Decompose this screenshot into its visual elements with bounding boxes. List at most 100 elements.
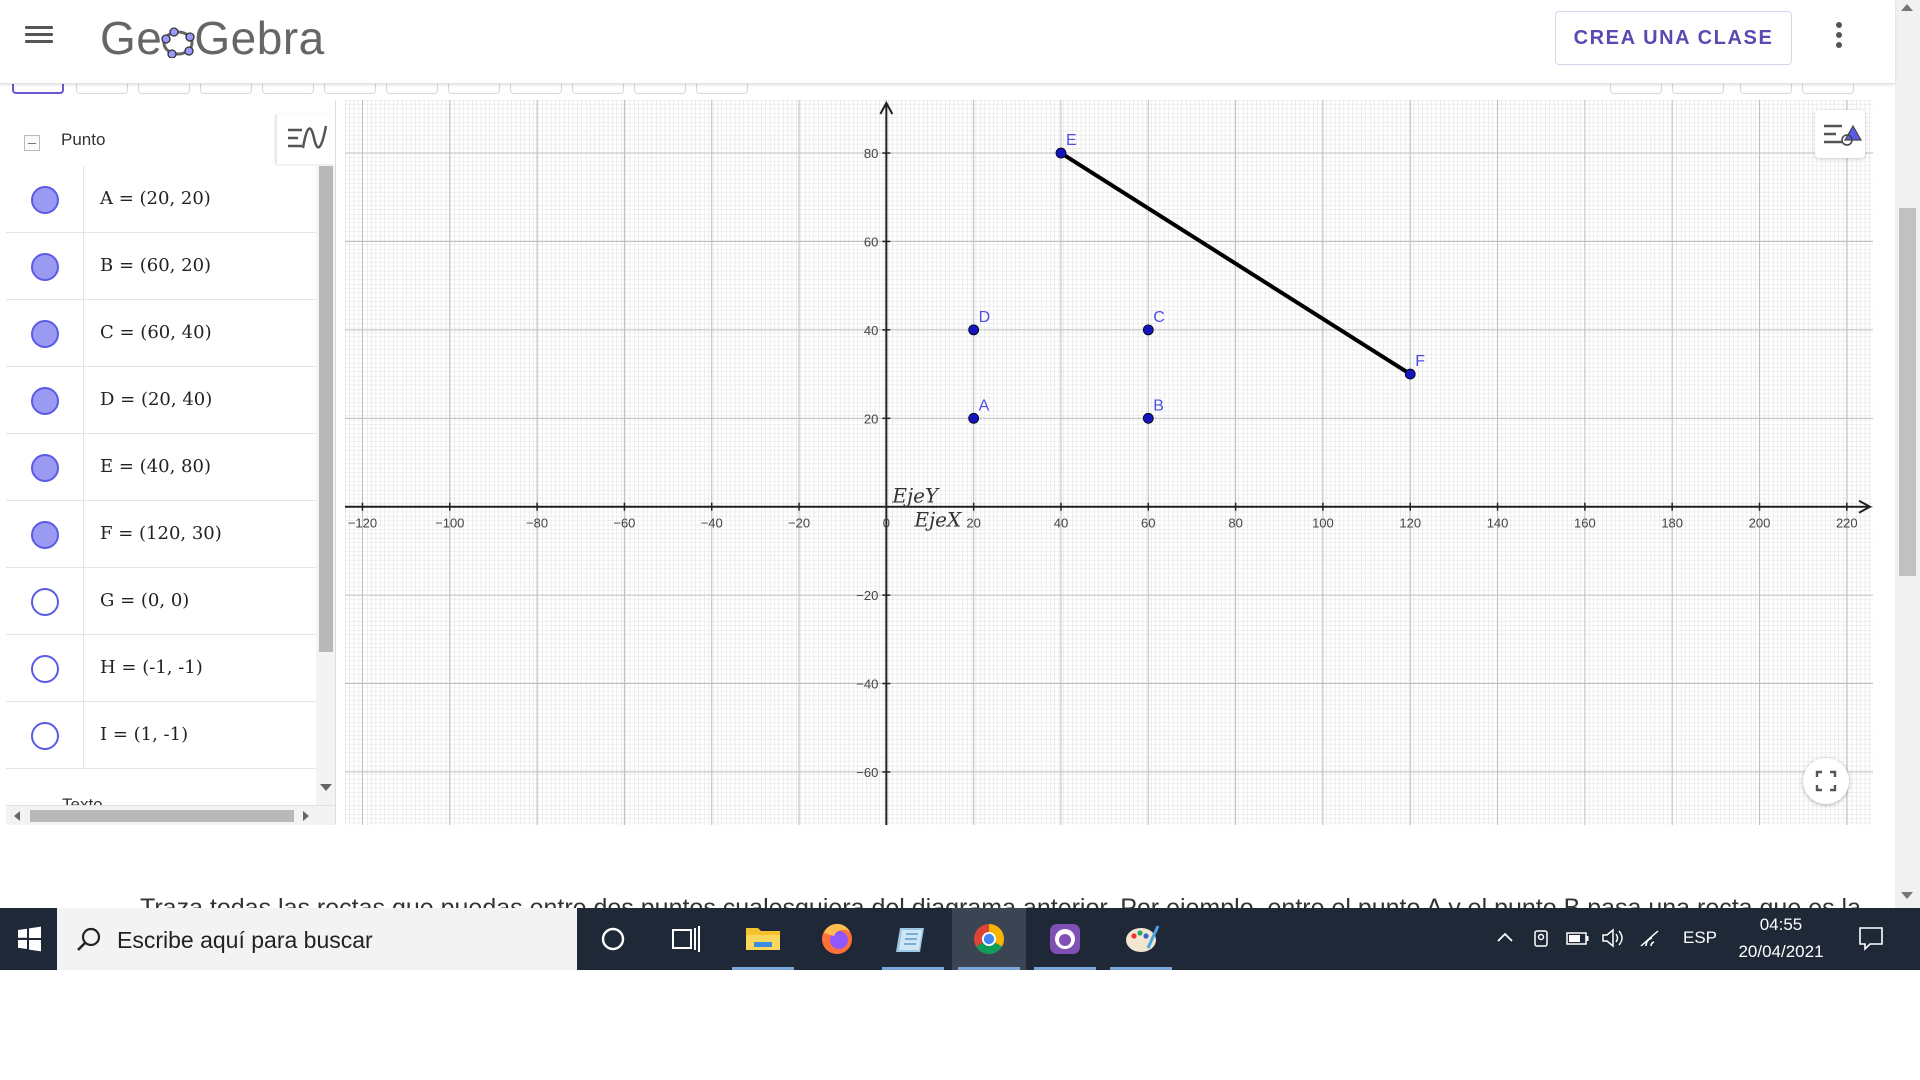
logo-text-suffix: Gebra — [194, 12, 325, 64]
algebra-horizontal-scrollbar[interactable] — [6, 805, 335, 825]
page-vertical-scrollbar[interactable] — [1895, 0, 1920, 908]
x-tick-label: 100 — [1312, 516, 1334, 531]
graphics-style-icon — [1824, 124, 1863, 146]
algebra-style-bar-button[interactable] — [276, 114, 335, 164]
graph-style-icon — [288, 125, 328, 149]
notifications-icon[interactable] — [1856, 924, 1886, 952]
fullscreen-icon — [1815, 770, 1837, 792]
point-hidden-icon — [31, 588, 59, 616]
visibility-toggle[interactable] — [6, 635, 84, 701]
meet-now-icon[interactable] — [1530, 926, 1554, 950]
firefox-button[interactable] — [800, 908, 874, 970]
github-desktop-button[interactable] — [1028, 908, 1102, 970]
graphics-view[interactable]: EjeY EjeX −120 −100 −80 −60 −40 −20 0 20 40 60 80 10… — [345, 100, 1873, 825]
algebra-item[interactable]: H = (-1, -1) — [6, 635, 316, 702]
volume-icon[interactable] — [1600, 926, 1626, 950]
scroll-down-arrow-icon[interactable] — [1901, 892, 1913, 899]
y-tick-label: −60 — [856, 765, 878, 780]
clock-date[interactable]: 20/04/2021 — [1728, 942, 1834, 962]
scrollbar-thumb[interactable] — [319, 166, 333, 652]
visibility-toggle[interactable] — [6, 434, 84, 500]
language-indicator[interactable]: ESP — [1683, 928, 1717, 948]
point-A[interactable] — [968, 412, 980, 424]
y-tick-label: −40 — [856, 677, 878, 692]
show-hidden-icons-icon[interactable] — [1494, 926, 1516, 950]
group-label: Punto — [61, 130, 106, 149]
grid-background — [345, 100, 1873, 825]
point-B[interactable] — [1142, 412, 1154, 424]
file-explorer-button[interactable] — [726, 908, 800, 970]
visibility-toggle[interactable] — [6, 166, 84, 232]
x-tick-label: 140 — [1487, 516, 1509, 531]
x-tick-label: 40 — [1054, 516, 1068, 531]
task-view-button[interactable] — [650, 908, 724, 970]
geogebra-logo[interactable]: Ge Gebra — [100, 8, 325, 68]
create-class-button[interactable]: CREA UNA CLASE — [1555, 11, 1792, 65]
cortana-button[interactable] — [576, 908, 650, 970]
algebra-item[interactable]: E = (40, 80) — [6, 434, 316, 501]
algebra-item[interactable]: I = (1, -1) — [6, 702, 316, 769]
chrome-icon — [974, 924, 1005, 955]
x-tick-label: 160 — [1574, 516, 1596, 531]
app-button[interactable] — [876, 908, 950, 970]
search-placeholder: Escribe aquí para buscar — [117, 927, 373, 953]
taskbar-search-input[interactable]: Escribe aquí para buscar — [57, 908, 577, 970]
scroll-up-arrow-icon[interactable] — [1901, 4, 1913, 11]
algebra-view: Punto A = (20, 20) B = (60, 20) C = (60,… — [6, 100, 336, 825]
algebra-item[interactable]: C = (60, 40) — [6, 300, 316, 367]
y-tick-label: 20 — [864, 411, 878, 426]
paint-palette-icon — [1126, 925, 1160, 952]
visibility-toggle[interactable] — [6, 233, 84, 299]
github-icon — [1050, 924, 1080, 954]
hamburger-menu-icon[interactable] — [22, 22, 56, 50]
algebra-item[interactable]: F = (120, 30) — [6, 501, 316, 568]
scroll-left-arrow-icon[interactable] — [14, 811, 20, 821]
graphics-style-bar-button[interactable] — [1815, 110, 1865, 158]
x-axis-label: EjeX — [913, 508, 962, 532]
algebra-vertical-scrollbar[interactable] — [316, 166, 335, 808]
more-options-icon[interactable] — [1826, 18, 1852, 58]
scrollbar-thumb[interactable] — [1899, 208, 1916, 576]
algebra-item[interactable]: G = (0, 0) — [6, 568, 316, 635]
y-tick-label: −20 — [856, 588, 878, 603]
coordinate-plane[interactable]: EjeYEjeX −120 −100 −80 −60 −40 −20 0 20 40 60 80 10… — [345, 100, 1873, 825]
point-D[interactable] — [968, 324, 980, 336]
point-hidden-icon — [31, 655, 59, 683]
visibility-toggle[interactable] — [6, 702, 84, 768]
point-C[interactable] — [1142, 324, 1154, 336]
point-label-C: C — [1153, 309, 1165, 326]
point-visible-icon — [31, 320, 59, 348]
algebra-item-text: H = (-1, -1) — [100, 657, 203, 678]
collapse-group-toggle[interactable] — [24, 135, 40, 151]
visibility-toggle[interactable] — [6, 367, 84, 433]
point-label-B: B — [1153, 397, 1164, 414]
algebra-item[interactable]: B = (60, 20) — [6, 233, 316, 300]
battery-icon[interactable] — [1565, 926, 1591, 950]
algebra-item[interactable]: D = (20, 40) — [6, 367, 316, 434]
x-tick-label: 20 — [966, 516, 980, 531]
scroll-right-arrow-icon[interactable] — [303, 811, 309, 821]
point-F[interactable] — [1404, 368, 1416, 380]
task-view-icon — [672, 926, 700, 952]
clock-time[interactable]: 04:55 — [1728, 915, 1834, 935]
fullscreen-button[interactable] — [1803, 758, 1849, 804]
point-E[interactable] — [1055, 147, 1067, 159]
visibility-toggle[interactable] — [6, 568, 84, 634]
y-tick-label: 40 — [864, 323, 878, 338]
algebra-item[interactable]: A = (20, 20) — [6, 166, 316, 233]
algebra-item-text: G = (0, 0) — [100, 590, 190, 611]
firefox-icon — [822, 923, 852, 954]
paint-button[interactable] — [1104, 908, 1178, 970]
scroll-down-arrow-icon[interactable] — [320, 784, 332, 791]
search-icon — [77, 927, 101, 951]
scrollbar-thumb[interactable] — [30, 810, 294, 822]
point-visible-icon — [31, 186, 59, 214]
visibility-toggle[interactable] — [6, 501, 84, 567]
chrome-button[interactable] — [952, 908, 1026, 970]
x-tick-label: −60 — [613, 516, 635, 531]
cortana-icon — [601, 927, 625, 951]
start-button[interactable] — [0, 908, 56, 970]
wifi-icon[interactable] — [1638, 926, 1664, 950]
visibility-toggle[interactable] — [6, 300, 84, 366]
next-group-label-partial: Texto — [62, 795, 103, 805]
